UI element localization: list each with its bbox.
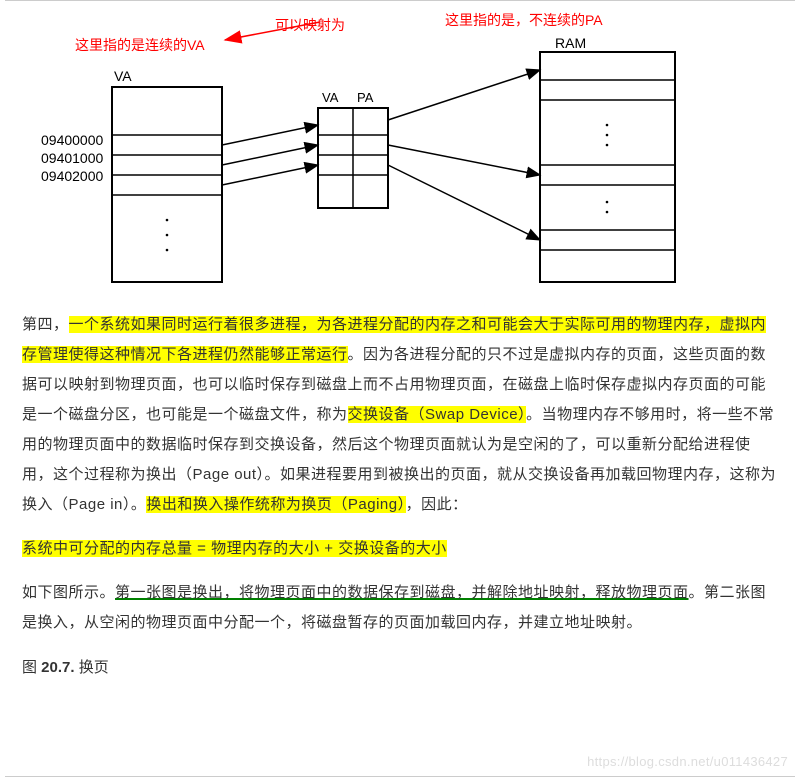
paragraph-1: 第四，一个系统如果同时运行着很多进程，为各进程分配的内存之和可能会大于实际可用的… [0,300,800,520]
paragraph-2: 如下图所示。第一张图是换出，将物理页面中的数据保存到磁盘，并解除地址映射，释放物… [0,564,800,638]
watermark: https://blog.csdn.net/u011436427 [587,754,788,769]
equation-line: 系统中可分配的内存总量 = 物理内存的大小 + 交换设备的大小 [0,520,800,564]
p2-text-1: 如下图所示。 [22,584,115,601]
memory-mapping-diagram [0,0,800,300]
p1-text-4: ，因此： [406,496,468,513]
diagram-area: 这里指的是连续的VA 可以映射为 这里指的是，不连续的PA RAM VA VA … [0,0,800,300]
caption-title: 换页 [75,659,109,676]
figure-caption: 图 20.7. 换页 [0,638,800,677]
p2-underline-1: 第一张图是换出，将物理页面中的数据保存到磁盘，并解除地址映射，释放物理页面 [115,584,689,601]
caption-num: 20.7. [41,659,74,676]
p1-highlight-3: 换出和换入操作统称为换页（Paging） [146,496,405,513]
equation-text: 系统中可分配的内存总量 = 物理内存的大小 + 交换设备的大小 [22,540,447,557]
p1-text-1: 第四， [22,316,69,333]
caption-prefix: 图 [22,659,41,676]
p1-highlight-2: 交换设备（Swap Device） [348,406,527,423]
